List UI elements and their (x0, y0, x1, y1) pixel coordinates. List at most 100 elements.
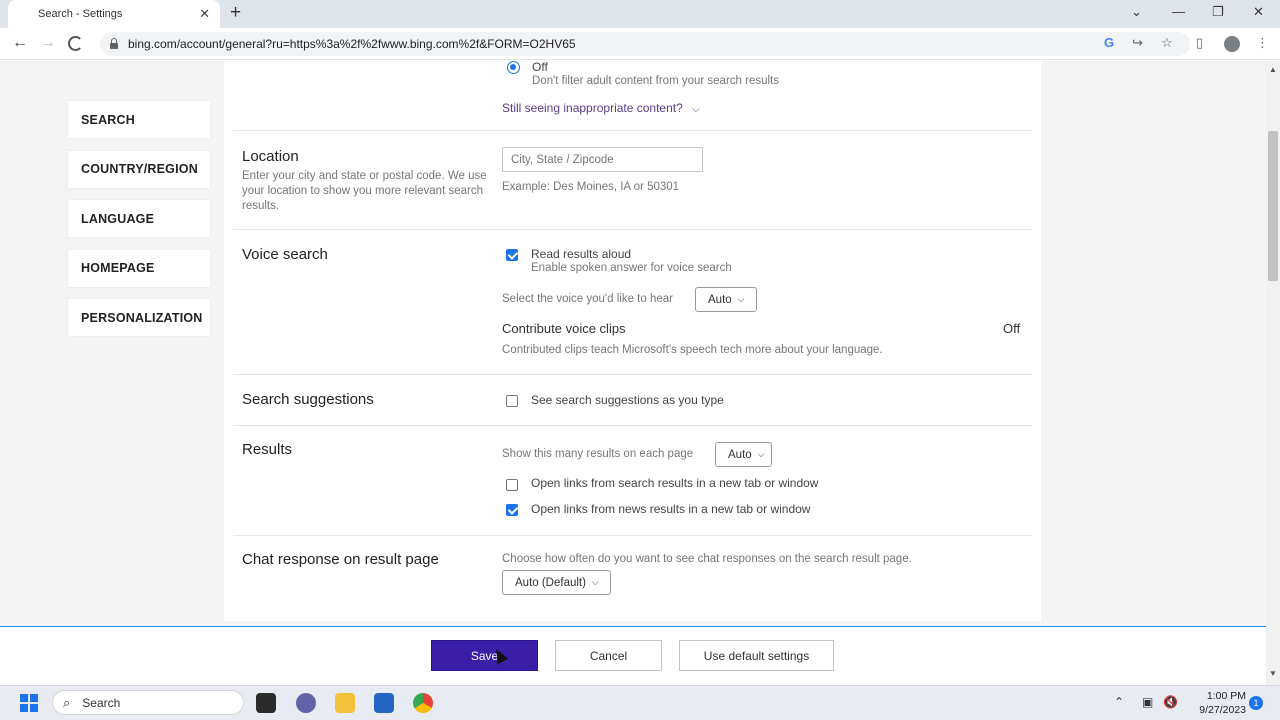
voice-search-section: Voice search Read results aloud Enable s… (233, 230, 1032, 375)
taskbar-search[interactable]: ⌕ Search (52, 690, 244, 715)
browser-tab[interactable]: Search - Settings ✕ (8, 0, 220, 28)
search-suggestions-section: Search suggestions See search suggestion… (233, 375, 1032, 426)
windows-taskbar: ⌕ Search ⌃ ▣ 🔇 1:00 PM 9/27/2023 1 (0, 685, 1280, 720)
location-input[interactable] (502, 147, 703, 172)
tray-chevron-up-icon[interactable]: ⌃ (1114, 695, 1124, 709)
search-suggestions-label: See search suggestions as you type (531, 393, 724, 407)
safesearch-section: Off Don't filter adult content from your… (233, 61, 1032, 131)
sidebar-item-country-region[interactable]: COUNTRY/REGION (68, 150, 210, 188)
google-lens-icon[interactable]: G (1104, 36, 1114, 50)
address-bar[interactable]: bing.com/account/general?ru=https%3a%2f%… (100, 32, 1190, 56)
sidebar-item-personalization[interactable]: PERSONALIZATION (68, 299, 210, 336)
voice-select-label: Select the voice you'd like to hear (502, 293, 673, 305)
clock-date: 9/27/2023 (1199, 704, 1246, 716)
sidebar-item-language[interactable]: LANGUAGE (68, 200, 210, 237)
task-view-icon[interactable] (256, 693, 276, 713)
lock-icon[interactable] (108, 38, 120, 50)
sidebar-item-homepage[interactable]: HOMEPAGE (68, 249, 210, 287)
save-bar: Save Cancel Use default settings (0, 626, 1266, 685)
side-panel-icon[interactable]: ▯ (1196, 36, 1203, 50)
teams-chat-icon[interactable] (296, 693, 316, 713)
windows-start-icon[interactable] (20, 694, 38, 712)
url-text: bing.com/account/general?ru=https%3a%2f%… (128, 37, 576, 51)
location-section: Location Enter your city and state or po… (233, 131, 1032, 230)
chat-response-section: Chat response on result page Choose how … (233, 536, 1032, 621)
search-suggestions-title: Search suggestions (242, 391, 374, 408)
settings-card: Off Don't filter adult content from your… (224, 61, 1041, 621)
taskbar-search-label: Search (82, 695, 121, 710)
restore-icon[interactable]: ❐ (1212, 4, 1224, 20)
scroll-down-icon[interactable]: ▼ (1269, 669, 1277, 678)
browser-toolbar: ← → bing.com/account/general?ru=https%3a… (0, 28, 1280, 60)
tab-title: Search - Settings (38, 8, 123, 20)
network-icon[interactable]: ▣ (1142, 695, 1153, 709)
open-search-new-tab-label: Open links from search results in a new … (531, 476, 819, 490)
taskbar-clock[interactable]: 1:00 PM 9/27/2023 (1188, 689, 1246, 717)
save-button[interactable]: Save (431, 640, 538, 671)
settings-page: SEARCH COUNTRY/REGION LANGUAGE HOMEPAGE … (0, 61, 1280, 685)
safesearch-off-radio[interactable] (507, 61, 520, 74)
location-desc: Enter your city and state or postal code… (242, 170, 487, 212)
read-aloud-checkbox[interactable] (506, 249, 518, 261)
browser-menu-icon[interactable]: ⋮ (1256, 36, 1269, 50)
new-tab-button[interactable]: + (230, 3, 241, 23)
chevron-down-icon: ⌵ (737, 294, 745, 304)
chat-response-desc: Choose how often do you want to see chat… (502, 553, 912, 565)
back-arrow-icon[interactable]: ← (12, 34, 28, 52)
window-close-icon[interactable]: ✕ (1253, 4, 1264, 20)
voice-search-title: Voice search (242, 246, 328, 263)
profile-avatar[interactable] (1224, 36, 1240, 52)
location-example: Example: Des Moines, IA or 50301 (502, 181, 680, 193)
voice-select-value: Auto (708, 293, 732, 306)
notification-badge[interactable]: 1 (1249, 696, 1263, 710)
safesearch-off-label: Off (532, 61, 548, 74)
favicon-icon (18, 7, 32, 21)
contribute-voice-label: Contribute voice clips (502, 321, 626, 336)
tab-search-chevron-icon[interactable]: ⌄ (1131, 4, 1142, 20)
read-aloud-label: Read results aloud (531, 247, 632, 261)
open-news-new-tab-label: Open links from news results in a new ta… (531, 502, 811, 516)
results-count-label: Show this many results on each page (502, 448, 694, 460)
share-icon[interactable]: ↪ (1132, 36, 1143, 50)
settings-sidebar: SEARCH COUNTRY/REGION LANGUAGE HOMEPAGE … (68, 101, 210, 349)
open-search-new-tab-checkbox[interactable] (506, 479, 518, 491)
chat-response-title: Chat response on result page (242, 551, 439, 568)
contribute-voice-desc: Contributed clips teach Microsoft's spee… (502, 344, 883, 356)
scrollbar-thumb[interactable] (1268, 131, 1278, 281)
chrome-icon[interactable] (413, 693, 433, 713)
results-count-select[interactable]: Auto ⌵ (715, 442, 772, 467)
scroll-up-icon[interactable]: ▲ (1269, 65, 1277, 74)
microsoft-store-icon[interactable] (374, 693, 394, 713)
chat-response-select[interactable]: Auto (Default) ⌵ (502, 570, 611, 595)
minimize-icon[interactable]: — (1172, 4, 1185, 19)
location-title: Location (242, 148, 299, 165)
forward-arrow-icon[interactable]: → (40, 34, 56, 52)
clock-time: 1:00 PM (1206, 690, 1246, 702)
page-scrollbar[interactable]: ▲ ▼ (1266, 61, 1280, 685)
tab-close-icon[interactable]: ✕ (199, 6, 210, 22)
cancel-button[interactable]: Cancel (555, 640, 662, 671)
results-count-value: Auto (728, 448, 752, 461)
chevron-down-icon: ⌵ (591, 577, 599, 587)
still-seeing-text: Still seeing inappropriate content? (502, 101, 683, 115)
still-seeing-link[interactable]: Still seeing inappropriate content? ⌵ (502, 101, 700, 115)
chat-response-value: Auto (Default) (515, 576, 586, 589)
contribute-voice-toggle[interactable]: Off (1003, 321, 1020, 336)
search-icon: ⌕ (63, 694, 71, 710)
voice-select[interactable]: Auto ⌵ (695, 287, 757, 312)
loading-spinner-icon[interactable] (68, 36, 83, 51)
browser-tab-strip: Search - Settings ✕ + ⌄ — ❐ ✕ (0, 0, 1280, 28)
volume-muted-icon[interactable]: 🔇 (1163, 695, 1178, 709)
bookmark-star-icon[interactable]: ☆ (1161, 36, 1173, 50)
chevron-down-icon: ⌵ (692, 104, 700, 115)
use-default-settings-button[interactable]: Use default settings (679, 640, 834, 671)
search-suggestions-checkbox[interactable] (506, 395, 518, 407)
chevron-down-icon: ⌵ (757, 449, 765, 459)
results-section: Results Show this many results on each p… (233, 426, 1032, 536)
file-explorer-icon[interactable] (335, 693, 355, 713)
results-title: Results (242, 441, 293, 458)
safesearch-off-desc: Don't filter adult content from your sea… (532, 75, 779, 87)
open-news-new-tab-checkbox[interactable] (506, 504, 518, 516)
read-aloud-desc: Enable spoken answer for voice search (531, 262, 732, 274)
sidebar-item-search[interactable]: SEARCH (68, 101, 210, 138)
